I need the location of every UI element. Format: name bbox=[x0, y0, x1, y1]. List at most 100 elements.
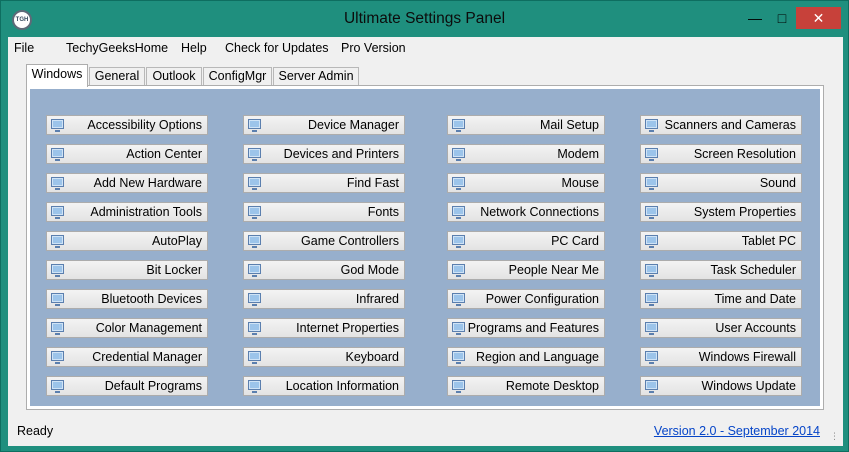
setting-button-task-scheduler[interactable]: Task Scheduler bbox=[640, 260, 802, 280]
setting-button-label: Time and Date bbox=[714, 292, 796, 306]
monitor-icon bbox=[452, 119, 465, 132]
setting-button-action-center[interactable]: Action Center bbox=[46, 144, 208, 164]
monitor-icon bbox=[452, 322, 465, 335]
title-bar[interactable]: TGH Ultimate Settings Panel — □ ✕ bbox=[1, 1, 848, 37]
menu-item-techygeekshome[interactable]: TechyGeeksHome bbox=[66, 41, 168, 55]
setting-button-label: Game Controllers bbox=[301, 234, 399, 248]
setting-button-bit-locker[interactable]: Bit Locker bbox=[46, 260, 208, 280]
tab-server-admin[interactable]: Server Admin bbox=[273, 67, 359, 86]
setting-button-power-configuration[interactable]: Power Configuration bbox=[447, 289, 605, 309]
tab-windows[interactable]: Windows bbox=[26, 64, 88, 87]
setting-button-color-management[interactable]: Color Management bbox=[46, 318, 208, 338]
menu-item-file[interactable]: File bbox=[14, 41, 34, 55]
status-bar: Ready Version 2.0 - September 2014 ⋮ bbox=[8, 423, 843, 443]
resize-grip-icon[interactable]: ⋮ bbox=[830, 431, 840, 441]
monitor-icon bbox=[645, 351, 658, 364]
setting-button-infrared[interactable]: Infrared bbox=[243, 289, 405, 309]
setting-button-region-and-language[interactable]: Region and Language bbox=[447, 347, 605, 367]
setting-button-label: Device Manager bbox=[307, 118, 399, 132]
maximize-button[interactable]: □ bbox=[769, 7, 795, 29]
monitor-icon bbox=[645, 264, 658, 277]
setting-button-user-accounts[interactable]: User Accounts bbox=[640, 318, 802, 338]
setting-button-system-properties[interactable]: System Properties bbox=[640, 202, 802, 222]
tab-configmgr[interactable]: ConfigMgr bbox=[203, 67, 272, 86]
setting-button-network-connections[interactable]: Network Connections bbox=[447, 202, 605, 222]
setting-button-internet-properties[interactable]: Internet Properties bbox=[243, 318, 405, 338]
monitor-icon bbox=[51, 293, 64, 306]
setting-button-scanners-and-cameras[interactable]: Scanners and Cameras bbox=[640, 115, 802, 135]
monitor-icon bbox=[51, 322, 64, 335]
monitor-icon bbox=[645, 177, 658, 190]
setting-button-time-and-date[interactable]: Time and Date bbox=[640, 289, 802, 309]
monitor-icon bbox=[645, 206, 658, 219]
setting-button-keyboard[interactable]: Keyboard bbox=[243, 347, 405, 367]
tab-outlook[interactable]: Outlook bbox=[146, 67, 202, 86]
setting-button-accessibility-options[interactable]: Accessibility Options bbox=[46, 115, 208, 135]
setting-button-location-information[interactable]: Location Information bbox=[243, 376, 405, 396]
monitor-icon bbox=[452, 351, 465, 364]
setting-button-bluetooth-devices[interactable]: Bluetooth Devices bbox=[46, 289, 208, 309]
setting-button-label: Bluetooth Devices bbox=[101, 292, 202, 306]
setting-button-sound[interactable]: Sound bbox=[640, 173, 802, 193]
setting-button-pc-card[interactable]: PC Card bbox=[447, 231, 605, 251]
setting-button-administration-tools[interactable]: Administration Tools bbox=[46, 202, 208, 222]
monitor-icon bbox=[248, 177, 261, 190]
setting-button-game-controllers[interactable]: Game Controllers bbox=[243, 231, 405, 251]
setting-button-add-new-hardware[interactable]: Add New Hardware bbox=[46, 173, 208, 193]
monitor-icon bbox=[248, 206, 261, 219]
setting-button-tablet-pc[interactable]: Tablet PC bbox=[640, 231, 802, 251]
setting-button-label: Internet Properties bbox=[296, 321, 399, 335]
version-link[interactable]: Version 2.0 - September 2014 bbox=[654, 424, 820, 438]
setting-button-modem[interactable]: Modem bbox=[447, 144, 605, 164]
monitor-icon bbox=[645, 148, 658, 161]
menu-bar: File TechyGeeksHome Help Check for Updates P… bbox=[8, 37, 843, 59]
setting-button-windows-firewall[interactable]: Windows Firewall bbox=[640, 347, 802, 367]
monitor-icon bbox=[452, 177, 465, 190]
setting-button-people-near-me[interactable]: People Near Me bbox=[447, 260, 605, 280]
setting-button-label: Location Information bbox=[285, 379, 399, 393]
setting-button-find-fast[interactable]: Find Fast bbox=[243, 173, 405, 193]
setting-button-label: Accessibility Options bbox=[87, 118, 202, 132]
setting-button-default-programs[interactable]: Default Programs bbox=[46, 376, 208, 396]
monitor-icon bbox=[452, 293, 465, 306]
minimize-button[interactable]: — bbox=[742, 7, 768, 29]
setting-button-label: Administration Tools bbox=[90, 205, 202, 219]
menu-item-check-for-updates[interactable]: Check for Updates bbox=[225, 41, 329, 55]
close-icon: ✕ bbox=[812, 10, 825, 26]
setting-button-mouse[interactable]: Mouse bbox=[447, 173, 605, 193]
monitor-icon bbox=[51, 235, 64, 248]
monitor-icon bbox=[51, 148, 64, 161]
setting-button-label: AutoPlay bbox=[151, 234, 202, 248]
setting-button-label: Find Fast bbox=[346, 176, 399, 190]
setting-button-screen-resolution[interactable]: Screen Resolution bbox=[640, 144, 802, 164]
monitor-icon bbox=[452, 148, 465, 161]
setting-button-label: Remote Desktop bbox=[505, 379, 599, 393]
menu-item-help[interactable]: Help bbox=[181, 41, 207, 55]
app-window: TGH Ultimate Settings Panel — □ ✕ File Te… bbox=[0, 0, 849, 452]
setting-button-label: God Mode bbox=[340, 263, 399, 277]
close-button[interactable]: ✕ bbox=[796, 7, 841, 29]
monitor-icon bbox=[645, 119, 658, 132]
setting-button-devices-and-printers[interactable]: Devices and Printers bbox=[243, 144, 405, 164]
tab-general[interactable]: General bbox=[89, 67, 145, 86]
monitor-icon bbox=[51, 380, 64, 393]
monitor-icon bbox=[248, 351, 261, 364]
setting-button-mail-setup[interactable]: Mail Setup bbox=[447, 115, 605, 135]
setting-button-device-manager[interactable]: Device Manager bbox=[243, 115, 405, 135]
setting-button-label: Add New Hardware bbox=[93, 176, 202, 190]
setting-button-credential-manager[interactable]: Credential Manager bbox=[46, 347, 208, 367]
monitor-icon bbox=[248, 148, 261, 161]
setting-button-label: Devices and Printers bbox=[283, 147, 399, 161]
menu-item-pro-version[interactable]: Pro Version bbox=[341, 41, 406, 55]
setting-button-label: Modem bbox=[557, 147, 599, 161]
setting-button-autoplay[interactable]: AutoPlay bbox=[46, 231, 208, 251]
setting-button-programs-and-features[interactable]: Programs and Features bbox=[447, 318, 605, 338]
setting-button-windows-update[interactable]: Windows Update bbox=[640, 376, 802, 396]
monitor-icon bbox=[645, 235, 658, 248]
setting-button-label: Scanners and Cameras bbox=[664, 118, 796, 132]
monitor-icon bbox=[248, 119, 261, 132]
setting-button-god-mode[interactable]: God Mode bbox=[243, 260, 405, 280]
setting-button-label: Infrared bbox=[355, 292, 399, 306]
setting-button-remote-desktop[interactable]: Remote Desktop bbox=[447, 376, 605, 396]
setting-button-fonts[interactable]: Fonts bbox=[243, 202, 405, 222]
